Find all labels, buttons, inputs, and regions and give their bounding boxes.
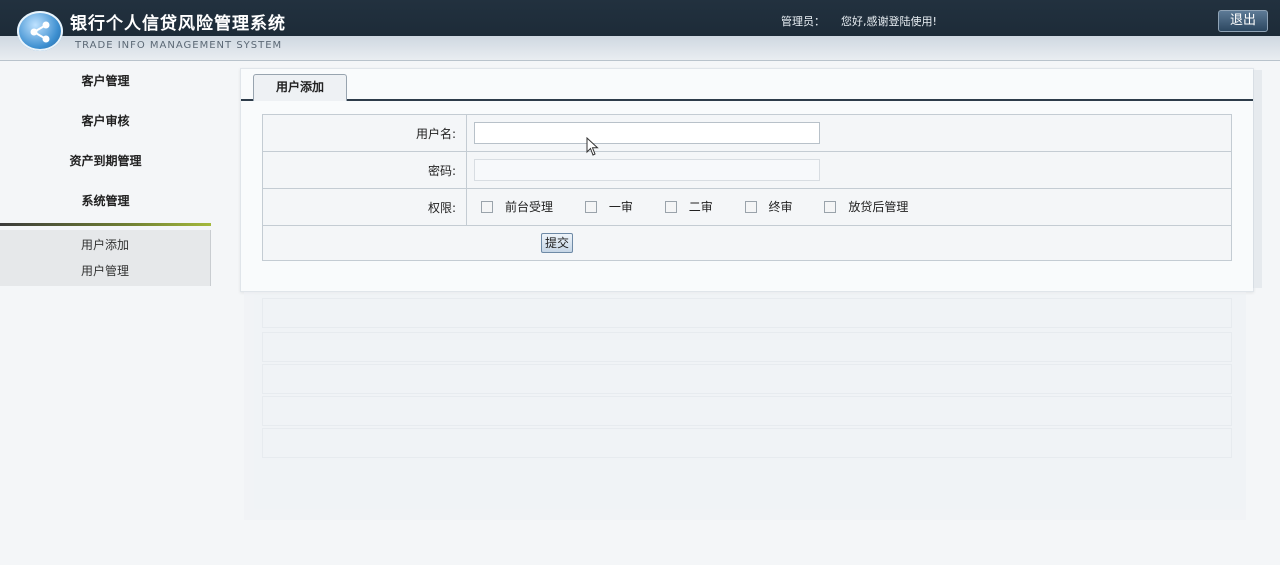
submenu-item-user-add[interactable]: 用户添加 (0, 234, 210, 256)
ghost-row (262, 364, 1232, 394)
submenu-item-user-management[interactable]: 用户管理 (0, 260, 210, 282)
logout-button[interactable]: 退出 (1218, 10, 1268, 32)
permission-first-review[interactable]: 一审 (584, 198, 633, 215)
sidebar-item-asset-expiry[interactable]: 资产到期管理 (0, 142, 211, 180)
mouse-pointer-icon (586, 137, 599, 156)
password-label: 密码: (262, 151, 467, 189)
app-title: 银行个人信贷风险管理系统 (70, 14, 286, 34)
app-header: 银行个人信贷风险管理系统 TRADE INFO MANAGEMENT SYSTE… (0, 0, 1280, 61)
checkbox[interactable] (744, 200, 757, 213)
app-subtitle: TRADE INFO MANAGEMENT SYSTEM (75, 40, 283, 51)
ghost-row (262, 396, 1232, 426)
checkbox[interactable] (664, 200, 677, 213)
sidebar-divider (0, 223, 211, 226)
system-submenu: 用户添加 用户管理 (0, 230, 211, 286)
checkbox-label: 终审 (768, 200, 793, 215)
checkbox[interactable] (584, 200, 597, 213)
password-input[interactable] (474, 159, 820, 181)
logo-share-icon (17, 11, 63, 51)
username-input[interactable] (474, 122, 820, 144)
user-add-form: 用户名: 密码: 权限: 前台受理 一审 二审 终审 放贷后管理 提交 (262, 114, 1232, 261)
permission-post-loan[interactable]: 放贷后管理 (824, 198, 908, 215)
sidebar-item-system-management[interactable]: 系统管理 (0, 182, 211, 220)
sidebar: 客户管理 客户审核 资产到期管理 系统管理 用户添加 用户管理 (0, 62, 211, 288)
permission-label: 权限: (262, 188, 467, 226)
checkbox-label: 前台受理 (505, 200, 554, 215)
username-label: 用户名: (262, 114, 467, 152)
background-ghost-table (244, 292, 1246, 520)
checkbox-label: 放贷后管理 (848, 200, 909, 215)
scrollbar[interactable] (1253, 70, 1262, 288)
checkbox-label: 二审 (688, 200, 713, 215)
admin-label: 管理员： (781, 15, 825, 28)
permission-final-review[interactable]: 终审 (744, 198, 793, 215)
sidebar-item-customer-review[interactable]: 客户审核 (0, 102, 211, 140)
main-panel: 用户添加 用户名: 密码: 权限: 前台受理 一审 二审 终审 放贷后管理 提交 (240, 68, 1254, 292)
checkbox[interactable] (481, 200, 493, 213)
submit-button[interactable]: 提交 (541, 233, 574, 253)
ghost-row (262, 332, 1232, 362)
welcome-text: 您好,感谢登陆使用! (841, 15, 937, 28)
checkbox-label: 一审 (608, 200, 633, 215)
ghost-row (262, 428, 1232, 458)
ghost-row (262, 298, 1232, 328)
tab-bar: 用户添加 (241, 69, 1253, 101)
checkbox[interactable] (824, 200, 837, 213)
permission-front-desk[interactable]: 前台受理 (481, 198, 553, 215)
sidebar-item-customer-management[interactable]: 客户管理 (0, 62, 211, 100)
tab-user-add[interactable]: 用户添加 (253, 74, 347, 101)
permission-second-review[interactable]: 二审 (664, 198, 713, 215)
